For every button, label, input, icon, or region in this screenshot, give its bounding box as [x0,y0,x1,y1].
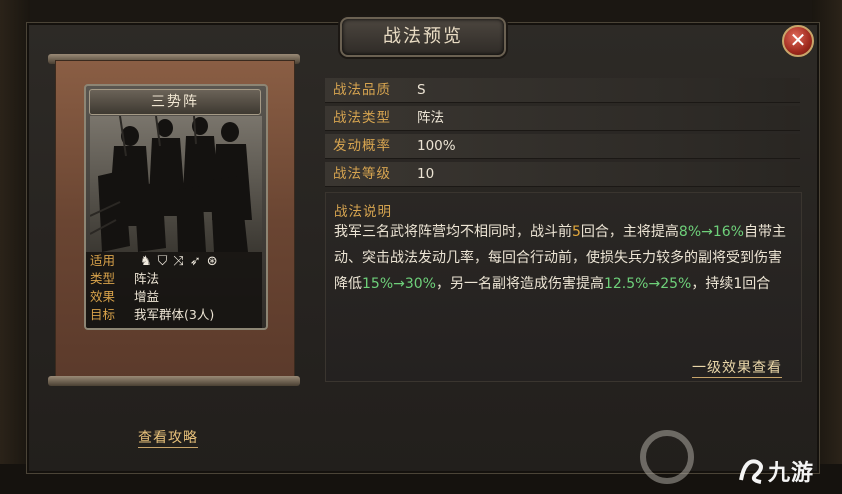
description-segment: 5 [572,224,581,240]
info-label: 效果 [90,289,116,304]
stat-value: 100% [417,138,456,154]
info-label: 目标 [90,307,116,322]
info-value: 阵法 [133,271,159,286]
stat-row-quality: 战法品质 S [325,78,800,103]
stat-label: 发动概率 [333,138,391,154]
spear-icon: ➶ [189,254,201,269]
description-segment: →16% [701,224,744,240]
dialog-title: 战法预览 [340,17,506,57]
close-button[interactable]: ✕ [782,25,814,57]
info-label: 类型 [90,271,116,286]
info-row-type: 类型 阵法 [90,270,159,288]
stat-value: S [417,82,426,98]
info-value: 增益 [133,289,159,304]
description-text: 我军三名武将阵营均不相同时，战斗前5回合，主将提高8%→16%自带主动、突击战法… [334,219,792,297]
stat-label: 战法品质 [333,82,391,98]
description-segment: ，持续1回合 [691,276,771,292]
stat-value: 10 [417,166,435,182]
cavalry-icon: ♞ [140,254,152,269]
scroll-rod-bottom [48,376,300,386]
bow-icon: ⤨ [173,254,184,269]
skill-description-box: 战法说明 我军三名武将阵营均不相同时，战斗前5回合，主将提高8%→16%自带主动… [325,192,802,382]
description-segment: 我军三名武将阵营均不相同时，战斗前 [334,224,572,240]
troop-icons: ♞ ⛉ ⤨ ➶ ⊛ [140,253,218,271]
skill-card: 三势阵 适用 ♞ ⛉ ⤨ ➶ ⊛ 类型 阵法 效果 增益 目标 我军群体(3人) [84,84,268,330]
info-label: 适用 [90,253,116,268]
description-segment: 15% [362,276,394,292]
description-segment: →30% [393,276,436,292]
stat-label: 战法类型 [333,110,391,126]
description-segment: 12.5% [603,276,649,292]
stat-row-level: 战法等级 10 [325,162,800,187]
stat-label: 战法等级 [333,166,391,182]
description-segment: 8% [678,224,702,240]
skill-stats: 战法品质 S 战法类型 阵法 发动概率 100% 战法等级 10 [325,78,800,190]
close-icon[interactable]: ✕ [790,28,807,52]
description-segment: →25% [648,276,692,292]
info-row-applicable: 适用 ♞ ⛉ ⤨ ➶ ⊛ [90,252,218,270]
chariot-icon: ⊛ [206,254,218,269]
info-row-effect: 效果 增益 [90,288,159,306]
skill-name: 三势阵 [89,89,261,115]
level-one-effect-link[interactable]: 一级效果查看 [692,357,782,378]
strategy-guide-link[interactable]: 查看攻略 [138,427,198,448]
skill-art-soldiers [90,116,262,252]
description-title: 战法说明 [334,204,392,220]
info-row-target: 目标 我军群体(3人) [90,306,214,324]
stat-row-chance: 发动概率 100% [325,134,800,159]
description-segment: ，另一名副将造成伤害提高 [435,276,604,292]
info-value: 我军群体(3人) [133,307,215,322]
stat-row-type: 战法类型 阵法 [325,106,800,131]
stat-value: 阵法 [417,110,444,126]
watermark-circle [640,430,694,484]
shield-icon: ⛉ [157,254,168,269]
skill-info-panel: 适用 ♞ ⛉ ⤨ ➶ ⊛ 类型 阵法 效果 增益 目标 我军群体(3人) [86,252,262,328]
watermark-text: 九游 [768,461,815,486]
description-segment: 回合，主将提高 [580,224,679,240]
